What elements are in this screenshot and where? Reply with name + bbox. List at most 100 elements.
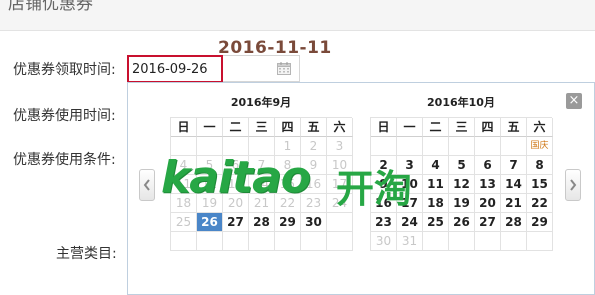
empty-day-cell [475, 232, 501, 251]
day-cell: 5 [197, 156, 223, 175]
empty-day-cell [197, 232, 223, 251]
weekday-header: 二 [423, 118, 449, 137]
empty-day-cell [449, 137, 475, 156]
day-cell[interactable]: 5 [449, 156, 475, 175]
empty-day-cell [301, 232, 327, 251]
day-cell[interactable]: 11 [423, 175, 449, 194]
day-cell[interactable]: 21 [501, 194, 527, 213]
day-cell[interactable]: 17 [397, 194, 423, 213]
empty-day-cell [501, 137, 527, 156]
coupon-use-condition-label: 优惠券使用条件: [13, 152, 116, 168]
empty-day-cell [249, 137, 275, 156]
holiday-day-cell[interactable]: 国庆 [527, 137, 553, 156]
day-cell: 11 [171, 175, 197, 194]
coupon-claim-time-label: 优惠券领取时间: [13, 62, 116, 78]
empty-day-cell [501, 232, 527, 251]
day-cell[interactable]: 27 [223, 213, 249, 232]
day-cell: 15 [275, 175, 301, 194]
day-cell[interactable]: 27 [475, 213, 501, 232]
day-cell: 20 [223, 194, 249, 213]
day-cell[interactable]: 29 [527, 213, 553, 232]
empty-day-cell [223, 232, 249, 251]
close-icon[interactable]: × [566, 93, 582, 109]
empty-day-cell [171, 137, 197, 156]
month-title: 2016年9月 [230, 96, 292, 109]
weekday-header: 五 [301, 118, 327, 137]
empty-day-cell [397, 137, 423, 156]
day-cell[interactable]: 15 [527, 175, 553, 194]
day-cell[interactable]: 13 [475, 175, 501, 194]
day-cell[interactable]: 2 [371, 156, 397, 175]
day-cell[interactable]: 23 [371, 213, 397, 232]
day-cell: 19 [197, 194, 223, 213]
day-cell[interactable]: 30 [301, 213, 327, 232]
day-cell[interactable]: 3 [397, 156, 423, 175]
date-input-wrapper [127, 55, 300, 83]
main-category-label: 主营类目: [56, 246, 117, 262]
day-cell: 2 [301, 137, 327, 156]
day-cell[interactable]: 12 [449, 175, 475, 194]
day-cell: 7 [249, 156, 275, 175]
next-month-button[interactable] [565, 169, 581, 201]
month-title: 2016年10月 [427, 96, 495, 109]
day-cell[interactable]: 28 [501, 213, 527, 232]
chevron-right-icon [570, 179, 577, 191]
day-cell[interactable]: 14 [501, 175, 527, 194]
empty-day-cell [197, 137, 223, 156]
day-cell: 23 [301, 194, 327, 213]
day-cell[interactable]: 19 [449, 194, 475, 213]
empty-day-cell [371, 137, 397, 156]
day-cell: 13 [223, 175, 249, 194]
date-picker-popup: × 2016年9月 日一二三四五六 1 2 3 4 5 6 7 8 9 10 11 12 13 14 15 16… [127, 82, 595, 295]
day-cell[interactable]: 20 [475, 194, 501, 213]
coupon-claim-date-input[interactable] [127, 55, 223, 83]
day-cell[interactable]: 18 [423, 194, 449, 213]
day-cell[interactable]: 10 [397, 175, 423, 194]
coupon-use-time-label: 优惠券使用时间: [13, 108, 116, 124]
weekday-header: 四 [275, 118, 301, 137]
weekday-header: 五 [501, 118, 527, 137]
day-cell[interactable]: 4 [423, 156, 449, 175]
day-cell[interactable]: 26 [449, 213, 475, 232]
chevron-left-icon [143, 179, 150, 191]
empty-day-cell [171, 232, 197, 251]
empty-day-cell [449, 232, 475, 251]
weekday-header: 日 [171, 118, 197, 137]
prev-month-button[interactable] [139, 169, 155, 201]
calendar-grid: 日一二三四五六国庆 2 3 4 5 6 7 8 9 10 11 12 13 14 15 16 17 18 19 20 2… [370, 117, 553, 251]
day-cell: 16 [301, 175, 327, 194]
day-cell: 9 [301, 156, 327, 175]
day-cell: 10 [327, 156, 353, 175]
day-cell: 25 [171, 213, 197, 232]
day-cell: 17 [327, 175, 353, 194]
day-cell[interactable]: 28 [249, 213, 275, 232]
month-panel-october: 2016年10月 日一二三四五六国庆 2 3 4 5 6 7 8 9 10 11 12 13 14 15 16… [370, 95, 553, 251]
empty-day-cell [423, 137, 449, 156]
empty-day-cell [275, 232, 301, 251]
calendar-icon[interactable] [277, 61, 291, 75]
day-cell: 6 [223, 156, 249, 175]
day-cell: 22 [275, 194, 301, 213]
weekday-header: 三 [449, 118, 475, 137]
day-cell[interactable]: 7 [501, 156, 527, 175]
weekday-header: 一 [197, 118, 223, 137]
header-bar: 店铺优惠券 [0, 0, 595, 31]
day-cell[interactable]: 16 [371, 194, 397, 213]
day-cell: 24 [327, 194, 353, 213]
empty-day-cell [527, 232, 553, 251]
day-cell[interactable]: 29 [275, 213, 301, 232]
day-cell[interactable]: 6 [475, 156, 501, 175]
day-cell: 31 [397, 232, 423, 251]
selected-day-cell[interactable]: 26 [197, 213, 223, 232]
day-cell[interactable]: 22 [527, 194, 553, 213]
day-cell[interactable]: 25 [423, 213, 449, 232]
weekday-header: 一 [397, 118, 423, 137]
day-cell[interactable]: 9 [371, 175, 397, 194]
page-title: 店铺优惠券 [8, 0, 93, 14]
day-cell[interactable]: 24 [397, 213, 423, 232]
weekday-header: 二 [223, 118, 249, 137]
day-cell: 4 [171, 156, 197, 175]
day-cell[interactable]: 8 [527, 156, 553, 175]
day-cell: 8 [275, 156, 301, 175]
weekday-header: 六 [327, 118, 353, 137]
